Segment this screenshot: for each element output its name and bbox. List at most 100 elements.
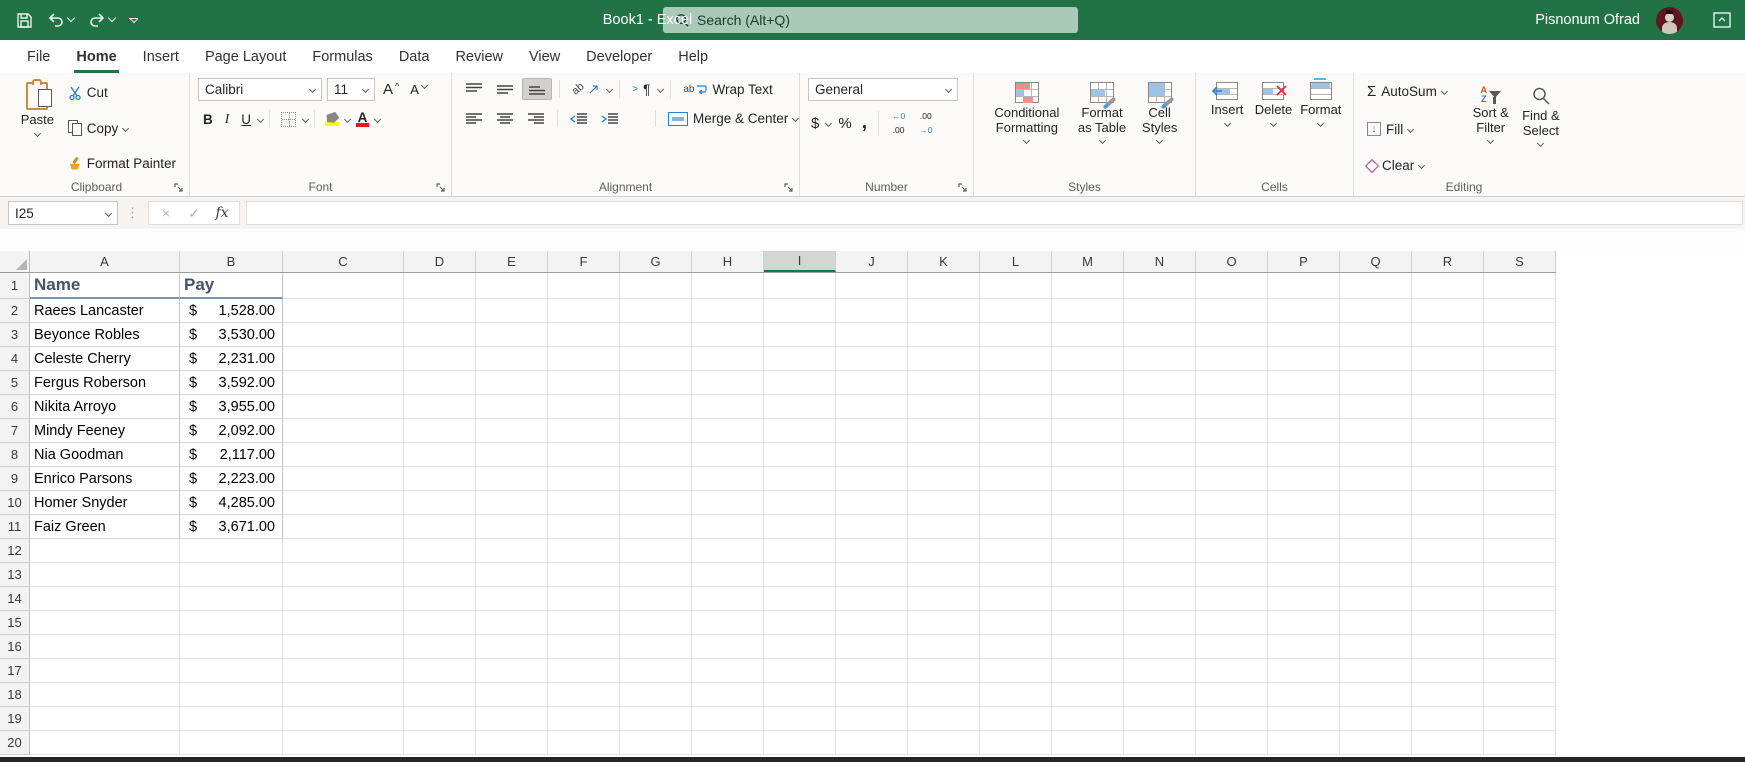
cell-H2[interactable] — [692, 299, 764, 323]
cell-E20[interactable] — [476, 731, 548, 755]
fill-color-dropdown-icon[interactable] — [343, 115, 352, 123]
row-header-14[interactable]: 14 — [0, 587, 30, 611]
cell-C19[interactable] — [283, 707, 404, 731]
row-header-17[interactable]: 17 — [0, 659, 30, 683]
cell-G15[interactable] — [620, 611, 692, 635]
cell-B13[interactable] — [180, 563, 283, 587]
cell-M4[interactable] — [1052, 347, 1124, 371]
number-format-combo[interactable]: General — [808, 78, 958, 101]
cell-N14[interactable] — [1124, 587, 1196, 611]
cell-N13[interactable] — [1124, 563, 1196, 587]
cell-B11[interactable]: $3,671.00 — [180, 515, 283, 539]
cell-M6[interactable] — [1052, 395, 1124, 419]
merge-center-dropdown-icon[interactable] — [792, 114, 800, 123]
cell-E2[interactable] — [476, 299, 548, 323]
cell-R1[interactable] — [1412, 273, 1484, 299]
cell-P18[interactable] — [1268, 683, 1340, 707]
column-header-K[interactable]: K — [908, 251, 980, 272]
cell-H16[interactable] — [692, 635, 764, 659]
find-select-dropdown-icon[interactable] — [1537, 139, 1545, 147]
cell-A5[interactable]: Fergus Roberson — [30, 371, 180, 395]
font-dialog-launcher-icon[interactable] — [436, 183, 447, 194]
cell-I18[interactable] — [764, 683, 836, 707]
tab-help[interactable]: Help — [665, 40, 721, 73]
cell-A2[interactable]: Raees Lancaster — [30, 299, 180, 323]
cell-J8[interactable] — [836, 443, 908, 467]
cell-E4[interactable] — [476, 347, 548, 371]
number-dialog-launcher-icon[interactable] — [958, 183, 969, 194]
cell-H18[interactable] — [692, 683, 764, 707]
cell-O6[interactable] — [1196, 395, 1268, 419]
cell-L20[interactable] — [980, 731, 1052, 755]
cell-N6[interactable] — [1124, 395, 1196, 419]
cell-K10[interactable] — [908, 491, 980, 515]
row-header-1[interactable]: 1 — [0, 273, 30, 299]
cell-M3[interactable] — [1052, 323, 1124, 347]
cell-L3[interactable] — [980, 323, 1052, 347]
cell-D4[interactable] — [404, 347, 476, 371]
cell-C9[interactable] — [283, 467, 404, 491]
align-center-button[interactable] — [491, 109, 519, 129]
cell-D18[interactable] — [404, 683, 476, 707]
tab-view[interactable]: View — [516, 40, 573, 73]
redo-button[interactable] — [88, 12, 117, 28]
cell-J15[interactable] — [836, 611, 908, 635]
column-header-L[interactable]: L — [980, 251, 1052, 272]
cell-A19[interactable] — [30, 707, 180, 731]
cell-G20[interactable] — [620, 731, 692, 755]
redo-dropdown-icon[interactable] — [107, 13, 117, 23]
cell-S4[interactable] — [1484, 347, 1556, 371]
cell-E14[interactable] — [476, 587, 548, 611]
cell-I17[interactable] — [764, 659, 836, 683]
cell-Q2[interactable] — [1340, 299, 1412, 323]
formula-input[interactable] — [246, 201, 1743, 225]
row-header-18[interactable]: 18 — [0, 683, 30, 707]
cell-Q9[interactable] — [1340, 467, 1412, 491]
align-bottom-button[interactable] — [522, 78, 552, 100]
cell-D17[interactable] — [404, 659, 476, 683]
cell-I5[interactable] — [764, 371, 836, 395]
increase-font-size-button[interactable]: A ^ — [380, 80, 402, 99]
cell-G13[interactable] — [620, 563, 692, 587]
cell-J2[interactable] — [836, 299, 908, 323]
cell-C5[interactable] — [283, 371, 404, 395]
cell-B15[interactable] — [180, 611, 283, 635]
cell-J6[interactable] — [836, 395, 908, 419]
cell-R19[interactable] — [1412, 707, 1484, 731]
cell-Q13[interactable] — [1340, 563, 1412, 587]
cell-G12[interactable] — [620, 539, 692, 563]
cell-S8[interactable] — [1484, 443, 1556, 467]
cell-D13[interactable] — [404, 563, 476, 587]
row-header-13[interactable]: 13 — [0, 563, 30, 587]
cell-N2[interactable] — [1124, 299, 1196, 323]
sort-filter-dropdown-icon[interactable] — [1487, 136, 1495, 145]
cell-D16[interactable] — [404, 635, 476, 659]
cell-B10[interactable]: $4,285.00 — [180, 491, 283, 515]
cell-Q15[interactable] — [1340, 611, 1412, 635]
cell-I20[interactable] — [764, 731, 836, 755]
tab-home[interactable]: Home — [63, 40, 129, 73]
clear-dropdown-icon[interactable] — [1418, 161, 1426, 170]
cell-G3[interactable] — [620, 323, 692, 347]
cell-E19[interactable] — [476, 707, 548, 731]
cell-I16[interactable] — [764, 635, 836, 659]
row-header-9[interactable]: 9 — [0, 467, 30, 491]
cell-E18[interactable] — [476, 683, 548, 707]
cell-S19[interactable] — [1484, 707, 1556, 731]
column-header-E[interactable]: E — [476, 251, 548, 272]
cell-L10[interactable] — [980, 491, 1052, 515]
cell-L2[interactable] — [980, 299, 1052, 323]
cell-F19[interactable] — [548, 707, 620, 731]
cell-I6[interactable] — [764, 395, 836, 419]
cell-R13[interactable] — [1412, 563, 1484, 587]
cell-Q8[interactable] — [1340, 443, 1412, 467]
cell-B9[interactable]: $2,223.00 — [180, 467, 283, 491]
cell-E1[interactable] — [476, 273, 548, 299]
cell-L17[interactable] — [980, 659, 1052, 683]
cell-B14[interactable] — [180, 587, 283, 611]
cell-O5[interactable] — [1196, 371, 1268, 395]
cell-B3[interactable]: $3,530.00 — [180, 323, 283, 347]
cell-H10[interactable] — [692, 491, 764, 515]
cell-C6[interactable] — [283, 395, 404, 419]
cell-L5[interactable] — [980, 371, 1052, 395]
